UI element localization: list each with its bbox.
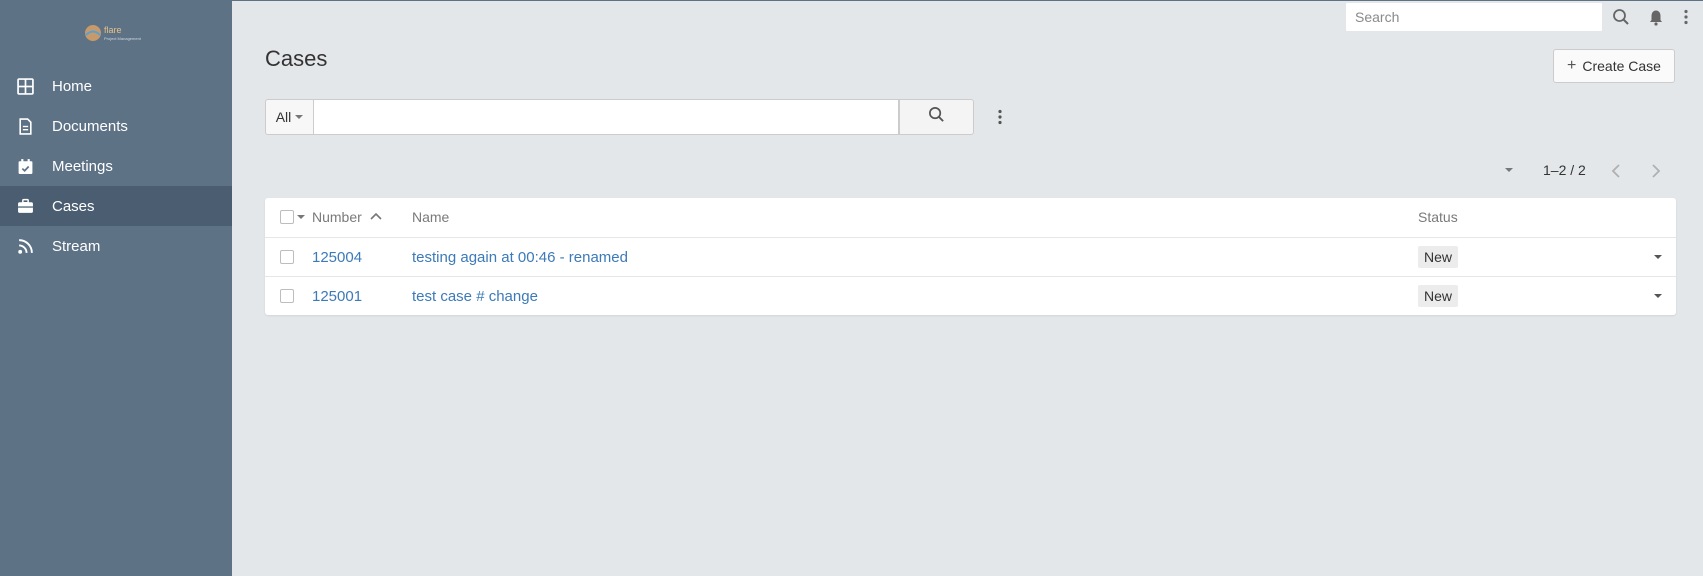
row-actions-dropdown[interactable] — [1654, 294, 1662, 298]
sidebar-item-label: Home — [52, 77, 93, 95]
case-name-link[interactable]: test case # change — [412, 288, 538, 305]
case-name-link[interactable]: testing again at 00:46 - renamed — [412, 249, 628, 266]
search-icon[interactable] — [1610, 6, 1632, 28]
sidebar: flare Project Management Home Documents … — [0, 0, 232, 576]
plus-icon: + — [1567, 57, 1577, 74]
grid-icon — [15, 76, 35, 96]
sidebar-item-label: Meetings — [52, 157, 113, 175]
create-case-label: Create Case — [1582, 58, 1661, 74]
calendar-check-icon — [15, 156, 35, 176]
select-options-dropdown[interactable] — [297, 215, 305, 219]
table-row: 125004 testing again at 00:46 - renamed … — [265, 237, 1676, 276]
case-number-link[interactable]: 125004 — [312, 249, 362, 266]
row-checkbox[interactable] — [280, 250, 294, 264]
more-vertical-icon[interactable] — [990, 107, 1010, 127]
chevron-down-icon — [295, 115, 304, 119]
sort-ascending-icon[interactable] — [369, 210, 383, 224]
create-case-button[interactable]: + Create Case — [1553, 49, 1675, 83]
sidebar-item-label: Stream — [52, 237, 101, 255]
sidebar-item-documents[interactable]: Documents — [0, 106, 232, 146]
sidebar-item-label: Cases — [52, 197, 95, 215]
pager-options-dropdown[interactable] — [1505, 168, 1513, 172]
case-number-link[interactable]: 125001 — [312, 288, 362, 305]
pagination-text: 1–2 / 2 — [1543, 162, 1586, 178]
search-button[interactable] — [899, 99, 974, 135]
bell-icon[interactable] — [1645, 6, 1667, 28]
search-input[interactable] — [314, 99, 899, 135]
row-actions-dropdown[interactable] — [1654, 255, 1662, 259]
sidebar-item-meetings[interactable]: Meetings — [0, 146, 232, 186]
search-icon — [928, 106, 945, 128]
sidebar-item-cases[interactable]: Cases — [0, 186, 232, 226]
filter-label: All — [275, 109, 292, 125]
cases-table: Number Name Status 125004 testing again … — [265, 198, 1676, 315]
briefcase-icon — [15, 196, 35, 216]
column-header-name: Name — [412, 209, 450, 225]
svg-text:Project Management: Project Management — [104, 36, 142, 41]
page-title: Cases — [265, 46, 328, 71]
chevron-left-icon[interactable] — [1605, 160, 1627, 182]
sidebar-item-home[interactable]: Home — [0, 66, 232, 106]
row-checkbox[interactable] — [280, 289, 294, 303]
search-bar: All — [265, 99, 974, 135]
table-row: 125001 test case # change New — [265, 276, 1676, 315]
sidebar-item-stream[interactable]: Stream — [0, 226, 232, 266]
select-all-checkbox[interactable] — [280, 210, 294, 224]
status-badge: New — [1418, 285, 1459, 307]
document-icon — [15, 116, 35, 136]
more-vertical-icon[interactable] — [1678, 6, 1694, 28]
filter-dropdown[interactable]: All — [265, 99, 314, 135]
status-badge: New — [1418, 246, 1459, 268]
svg-text:flare: flare — [104, 25, 122, 35]
table-header: Number Name Status — [265, 198, 1676, 237]
logo[interactable]: flare Project Management — [84, 22, 150, 44]
chevron-right-icon[interactable] — [1645, 160, 1667, 182]
column-header-number[interactable]: Number — [312, 209, 362, 225]
rss-icon — [15, 236, 35, 256]
global-search-input[interactable] — [1345, 2, 1603, 32]
column-header-status: Status — [1418, 209, 1458, 225]
sidebar-nav: Home Documents Meetings Cases Stream — [0, 66, 232, 266]
sidebar-item-label: Documents — [52, 117, 128, 135]
